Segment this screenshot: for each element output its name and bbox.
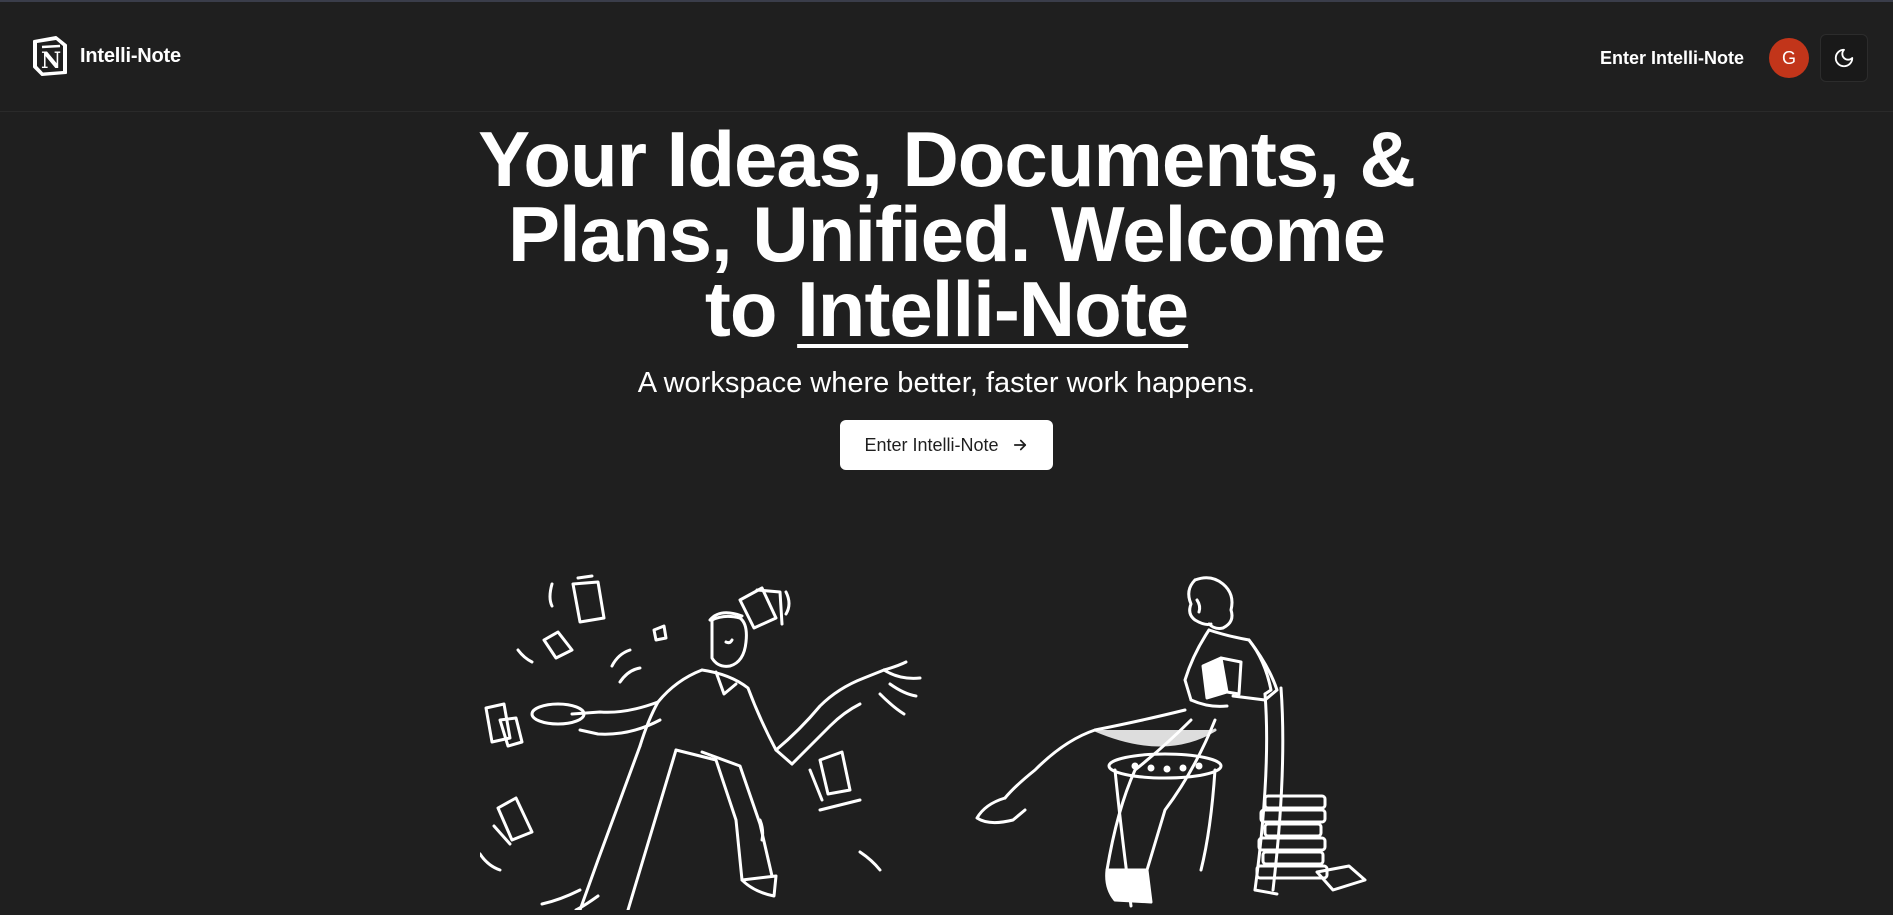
theme-toggle-button[interactable] (1820, 34, 1868, 82)
juggling-papers-illustration (478, 570, 930, 912)
hero-section: Your Ideas, Documents, & Plans, Unified.… (0, 112, 1893, 470)
navbar: N Intelli-Note Enter Intelli-Note G (0, 2, 1893, 112)
hero-subtitle: A workspace where better, faster work ha… (637, 367, 1256, 399)
logo-text: Intelli-Note (80, 44, 181, 67)
enter-app-button-label: Enter Intelli-Note (864, 434, 999, 455)
headline-to: to (704, 265, 798, 353)
arrow-right-icon (1013, 439, 1026, 451)
headline-brand: Intelli-Note (797, 265, 1189, 353)
notion-n-logo-icon: N (30, 35, 70, 77)
hero-headline: Your Ideas, Documents, & Plans, Unified.… (0, 120, 1893, 348)
enter-app-button[interactable]: Enter Intelli-Note (840, 420, 1053, 470)
enter-app-link[interactable]: Enter Intelli-Note (1600, 48, 1744, 69)
nav-actions: Enter Intelli-Note G (1600, 34, 1868, 82)
moon-icon (1834, 48, 1854, 68)
reading-woman-illustration (965, 570, 1385, 910)
logo[interactable]: N Intelli-Note (30, 35, 181, 77)
svg-text:N: N (41, 48, 61, 74)
user-avatar[interactable]: G (1769, 38, 1809, 78)
